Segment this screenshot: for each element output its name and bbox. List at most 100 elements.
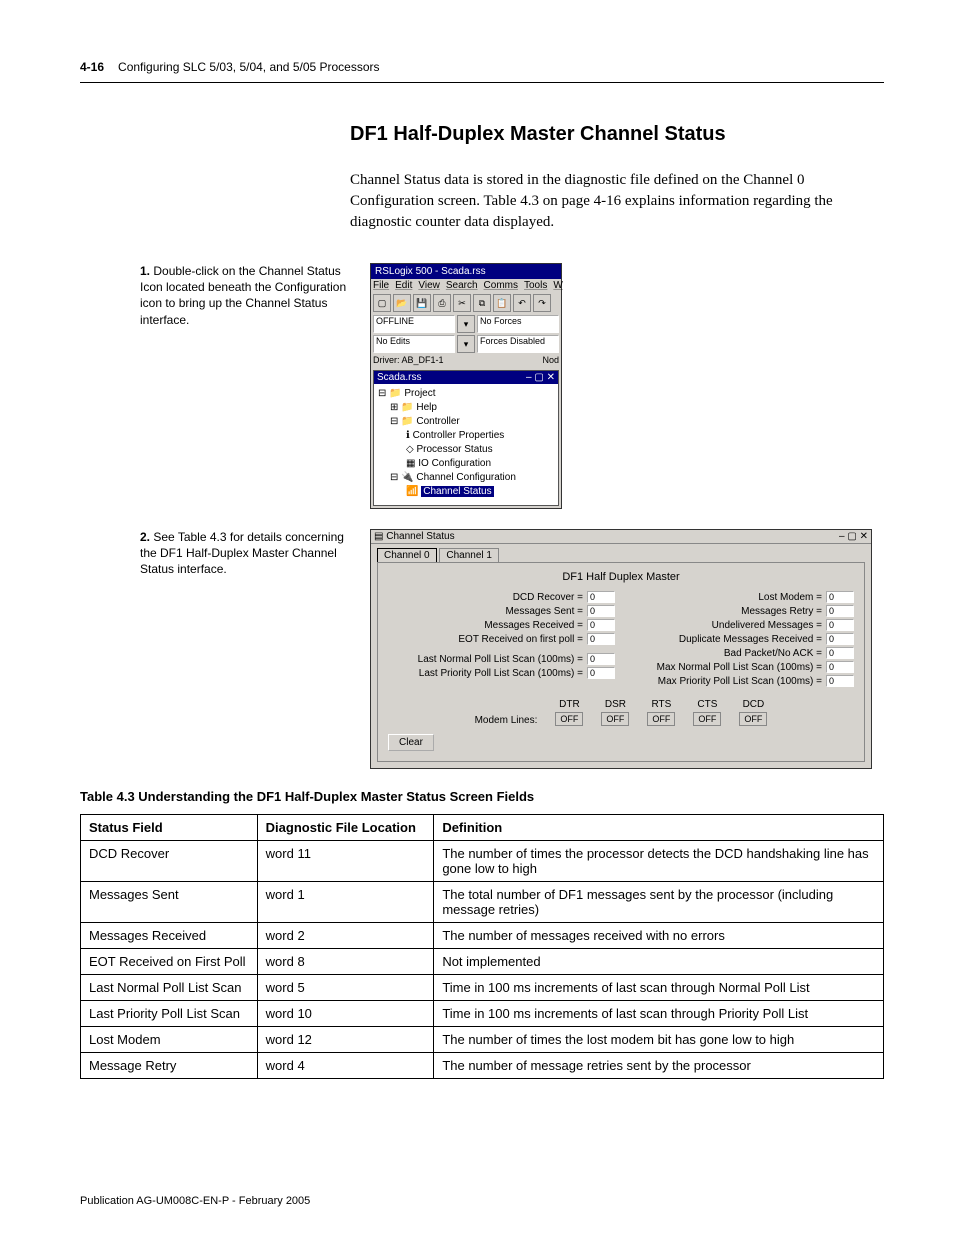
tab-channel1[interactable]: Channel 1 (439, 548, 499, 562)
subwindow-title: Scada.rss (377, 372, 421, 383)
menu-file[interactable]: File (373, 280, 389, 291)
field-label: Bad Packet/No ACK = (724, 648, 822, 659)
toolbar-redo-icon[interactable]: ↷ (533, 294, 551, 312)
table-row: Last Normal Poll List Scanword 5Time in … (81, 975, 884, 1001)
table-row: Lost Modemword 12The number of times the… (81, 1027, 884, 1053)
right-column: Lost Modem =0 Messages Retry =0 Undelive… (627, 591, 854, 689)
field-value: 0 (587, 667, 615, 679)
table-row: Messages Sentword 1The total number of D… (81, 882, 884, 923)
header-rule (80, 82, 884, 83)
field-label: EOT Received on first poll = (458, 634, 583, 645)
menu-view[interactable]: View (418, 280, 440, 291)
tree-help[interactable]: Help (416, 402, 437, 413)
table-cell: Not implemented (434, 949, 884, 975)
modem-col-dtr: DTR (555, 699, 583, 710)
callout-2: 2. See Table 4.3 for details concerning … (140, 529, 350, 578)
table-cell: Messages Sent (81, 882, 258, 923)
tree-channel-status[interactable]: Channel Status (421, 486, 493, 497)
table-caption: Table 4.3 Understanding the DF1 Half-Dup… (80, 789, 884, 804)
clear-button[interactable]: Clear (388, 734, 434, 751)
table-cell: word 2 (257, 923, 434, 949)
dropdown-icon[interactable]: ▾ (457, 315, 475, 333)
field-value: 0 (587, 591, 615, 603)
field-value: 0 (826, 647, 854, 659)
node-label: Nod (542, 355, 559, 365)
table-cell: word 4 (257, 1053, 434, 1079)
field-value: 0 (826, 675, 854, 687)
tree-processor-status[interactable]: Processor Status (416, 444, 492, 455)
table-cell: The number of times the processor detect… (434, 841, 884, 882)
status-noforces: No Forces (477, 315, 559, 333)
callout-1-text: Double-click on the Channel Status Icon … (140, 264, 346, 327)
toolbar-new-icon[interactable]: ▢ (373, 294, 391, 312)
table-cell: The number of message retries sent by th… (434, 1053, 884, 1079)
field-value: 0 (826, 591, 854, 603)
field-label: Messages Retry = (741, 606, 822, 617)
modem-off: OFF (739, 712, 767, 726)
field-label: Max Normal Poll List Scan (100ms) = (657, 662, 822, 673)
table-row: Messages Receivedword 2The number of mes… (81, 923, 884, 949)
table-cell: The total number of DF1 messages sent by… (434, 882, 884, 923)
table-cell: Messages Received (81, 923, 258, 949)
table-row: Message Retryword 4The number of message… (81, 1053, 884, 1079)
modem-col-cts: CTS (693, 699, 721, 710)
field-value: 0 (587, 605, 615, 617)
toolbar-paste-icon[interactable]: 📋 (493, 294, 511, 312)
status-forcesdisabled: Forces Disabled (477, 335, 559, 353)
toolbar-copy-icon[interactable]: ⧉ (473, 294, 491, 312)
table-row: DCD Recoverword 11The number of times th… (81, 841, 884, 882)
table-cell: word 10 (257, 1001, 434, 1027)
project-tree: ⊟ 📁 Project ⊞ 📁 Help ⊟ 📁 Controller ℹ Co… (374, 384, 558, 505)
tree-project[interactable]: Project (404, 388, 435, 399)
modem-off: OFF (647, 712, 675, 726)
table-cell: word 5 (257, 975, 434, 1001)
th-diag-location: Diagnostic File Location (257, 815, 434, 841)
callout-2-num: 2. (140, 530, 150, 544)
dropdown-icon[interactable]: ▾ (457, 335, 475, 353)
menu-tools[interactable]: Tools (524, 280, 547, 291)
field-label: Messages Received = (484, 620, 583, 631)
toolbar-save-icon[interactable]: 💾 (413, 294, 431, 312)
status-offline: OFFLINE (373, 315, 455, 333)
menu-comms[interactable]: Comms (484, 280, 518, 291)
table-cell: word 12 (257, 1027, 434, 1053)
field-label: Max Priority Poll List Scan (100ms) = (658, 676, 822, 687)
table-cell: Last Priority Poll List Scan (81, 1001, 258, 1027)
table-cell: word 1 (257, 882, 434, 923)
modem-off: OFF (601, 712, 629, 726)
tree-controller-props[interactable]: Controller Properties (413, 430, 505, 441)
field-label: DCD Recover = (513, 592, 583, 603)
th-status-field: Status Field (81, 815, 258, 841)
field-value: 0 (826, 661, 854, 673)
menu-search[interactable]: Search (446, 280, 478, 291)
table-cell: Lost Modem (81, 1027, 258, 1053)
field-value: 0 (587, 619, 615, 631)
field-value: 0 (826, 605, 854, 617)
toolbar-undo-icon[interactable]: ↶ (513, 294, 531, 312)
app-toolbar: ▢ 📂 💾 ⎙ ✂ ⧉ 📋 ↶ ↷ (371, 292, 561, 314)
field-value: 0 (826, 619, 854, 631)
toolbar-cut-icon[interactable]: ✂ (453, 294, 471, 312)
toolbar-open-icon[interactable]: 📂 (393, 294, 411, 312)
channel-status-window: ▤ Channel Status – ▢ ✕ Channel 0 Channel… (370, 529, 872, 769)
panel-subtitle: DF1 Half Duplex Master (388, 571, 854, 583)
callout-1: 1. Double-click on the Channel Status Ic… (140, 263, 350, 328)
window-controls[interactable]: – ▢ ✕ (839, 531, 868, 542)
window-controls[interactable]: – ▢ ✕ (526, 372, 555, 383)
table-cell: Time in 100 ms increments of last scan t… (434, 975, 884, 1001)
table-cell: The number of times the lost modem bit h… (434, 1027, 884, 1053)
tree-io-config[interactable]: IO Configuration (418, 458, 491, 469)
field-value: 0 (826, 633, 854, 645)
tree-controller[interactable]: Controller (416, 416, 459, 427)
menu-window[interactable]: W (553, 280, 562, 291)
field-label: Messages Sent = (505, 606, 583, 617)
th-definition: Definition (434, 815, 884, 841)
menu-edit[interactable]: Edit (395, 280, 412, 291)
toolbar-print-icon[interactable]: ⎙ (433, 294, 451, 312)
field-value: 0 (587, 653, 615, 665)
tree-channel-config[interactable]: Channel Configuration (416, 472, 516, 483)
field-label: Lost Modem = (758, 592, 822, 603)
tab-channel0[interactable]: Channel 0 (377, 548, 437, 562)
driver-label: Driver: AB_DF1-1 (373, 355, 540, 365)
table-cell: EOT Received on First Poll (81, 949, 258, 975)
